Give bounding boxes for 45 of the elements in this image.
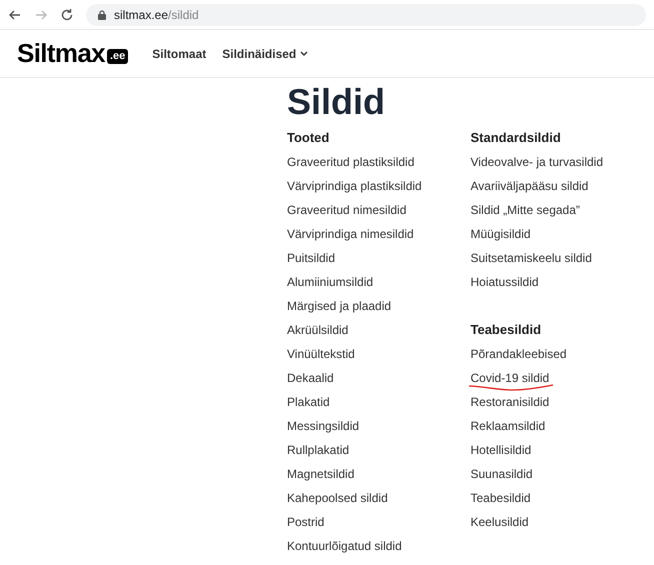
section-heading: Teabesildid [470, 321, 542, 340]
category-link[interactable]: Teabesildid [470, 489, 531, 507]
page-title: Sildid [287, 80, 386, 124]
category-link[interactable]: Restoranisildid [470, 393, 550, 411]
category-link[interactable]: Akrüülsildid [287, 321, 348, 339]
category-link[interactable]: Reklaamsildid [470, 417, 546, 435]
category-link[interactable]: Kontuurlõigatud sildid [287, 537, 402, 555]
category-link[interactable]: Põrandakleebised [470, 345, 567, 363]
category-link[interactable]: Suunasildid [470, 465, 533, 483]
category-link[interactable]: Graveeritud nimesildid [287, 201, 406, 219]
category-link[interactable]: Värviprindiga plastiksildid [287, 177, 422, 195]
category-link[interactable]: Suitsetamiskeelu sildid [470, 249, 592, 267]
lock-icon [98, 10, 106, 20]
section-heading: Tooted [287, 129, 330, 148]
category-link[interactable]: Vinüültekstid [287, 345, 355, 363]
site-logo[interactable]: Siltmax [17, 34, 105, 73]
category-link[interactable]: Keelusildid [470, 513, 529, 531]
category-link[interactable]: Avariiväljapääsu sildid [470, 177, 588, 195]
category-link[interactable]: Kahepoolsed sildid [287, 489, 388, 507]
category-link[interactable]: Rullplakatid [287, 441, 350, 459]
category-link[interactable]: Graveeritud plastiksildid [287, 153, 414, 171]
category-link[interactable]: Postrid [287, 513, 324, 531]
category-link[interactable]: Covid-19 sildid [470, 369, 550, 387]
category-link[interactable]: Dekaalid [287, 369, 334, 387]
category-link[interactable]: Videovalve- ja turvasildid [470, 153, 604, 171]
section-heading: Standardsildid [470, 129, 561, 148]
url-text: siltmax.ee/sildid [114, 6, 199, 24]
reload-icon[interactable] [60, 8, 74, 22]
category-link[interactable]: Alumiiniumsildid [287, 273, 374, 291]
logo-badge: .ee [106, 49, 128, 64]
category-link[interactable]: Sildid „Mitte segada” [470, 201, 580, 219]
nav-link[interactable]: Siltomaat [152, 44, 206, 62]
category-link[interactable]: Plakatid [287, 393, 330, 411]
category-link[interactable]: Puitsildid [287, 249, 336, 267]
category-link[interactable]: Värviprindiga nimesildid [287, 225, 414, 243]
category-link[interactable]: Märgised ja plaadid [287, 297, 392, 315]
address-bar[interactable]: siltmax.ee/sildid [86, 4, 646, 26]
back-icon[interactable] [8, 8, 22, 22]
nav-link[interactable]: Sildinäidised [222, 44, 308, 62]
category-link[interactable]: Müügisildid [470, 225, 531, 243]
category-link[interactable]: Hotellisildid [470, 441, 532, 459]
category-link[interactable]: Hoiatussildid [470, 273, 539, 291]
category-link[interactable]: Messingsildid [287, 417, 360, 435]
category-link[interactable]: Magnetsildid [287, 465, 354, 483]
chevron-down-icon [300, 50, 308, 56]
